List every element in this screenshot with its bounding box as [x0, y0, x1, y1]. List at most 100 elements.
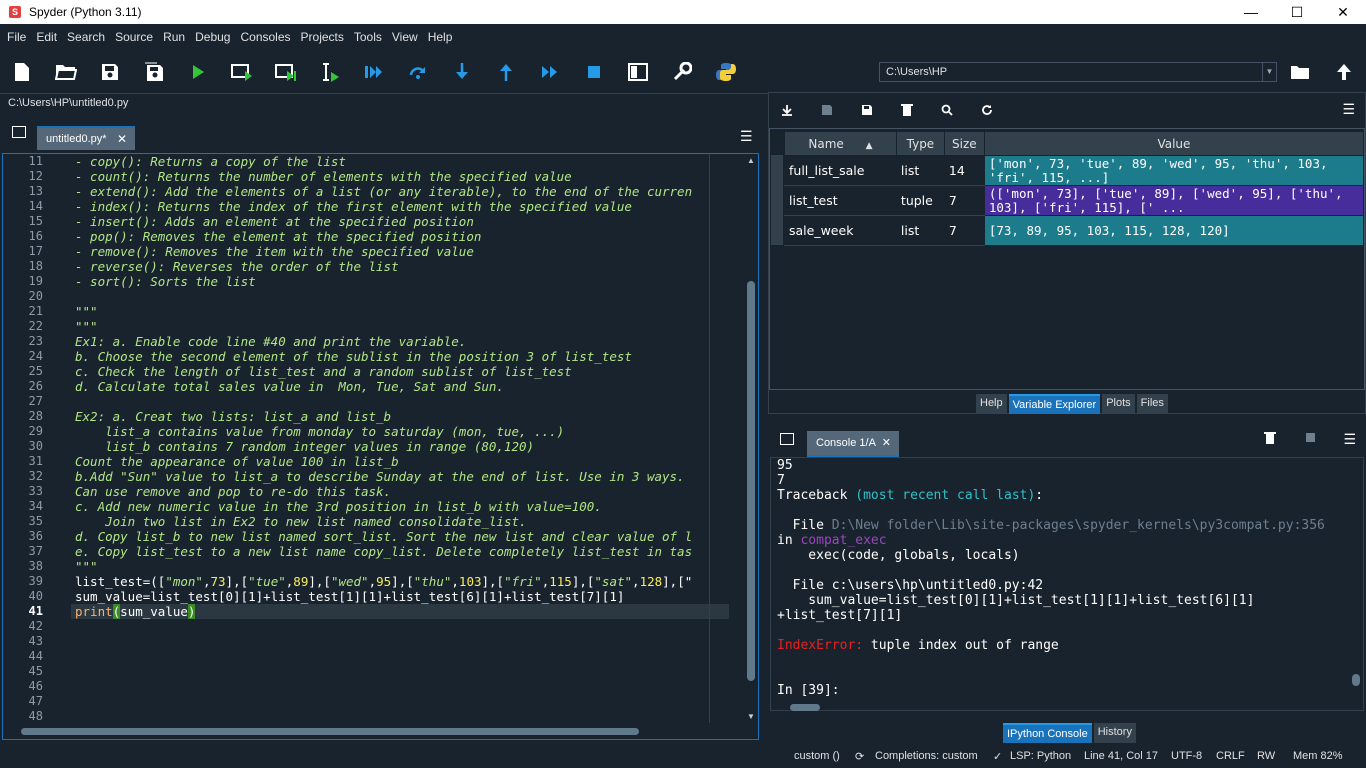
chevron-down-icon[interactable]: ▼ [1262, 63, 1276, 81]
console-line: File c:\users\hp\untitled0.py:42 [777, 578, 1044, 593]
scrollbar-thumb[interactable] [1352, 674, 1360, 686]
code-text[interactable]: - copy(): Returns a copy of the list - co… [71, 154, 729, 723]
code-line: - sort(): Sorts the list [75, 274, 256, 289]
scrollbar-thumb[interactable] [21, 728, 639, 735]
pane-options-menu-icon[interactable]: ☰ [1342, 101, 1355, 118]
code-line: Join two list in Ex2 to new list named c… [75, 514, 527, 529]
status-encoding: UTF-8 [1171, 750, 1203, 762]
browse-tabs-icon[interactable] [12, 126, 26, 138]
tab-history[interactable]: History [1093, 723, 1136, 743]
step-into-icon[interactable] [451, 61, 473, 83]
status-completions[interactable]: Completions: custom [875, 750, 978, 762]
run-cell-advance-icon[interactable] [275, 61, 297, 83]
code-editor[interactable]: 11 12 13 14 15 16 17 18 19 20 21 22 23 24 25 26 27 28 29 30… [2, 153, 759, 740]
table-row[interactable]: list_test tuple 7 (['mon', 73], ['tue', … [784, 185, 1365, 216]
step-return-icon[interactable] [495, 61, 517, 83]
stop-debug-icon[interactable] [583, 61, 605, 83]
code-line: b. Choose the second element of the subl… [75, 349, 632, 364]
working-directory-combo[interactable]: C:\Users\HP ▼ [879, 62, 1277, 82]
code-line-39: list_test=(["mon",73],["tue",89],["wed",… [75, 574, 693, 589]
menu-help[interactable]: Help [423, 30, 458, 44]
menu-file[interactable]: File [2, 30, 31, 44]
tab-untitled0[interactable]: untitled0.py* ✕ [37, 126, 135, 150]
console-prompt[interactable]: In [39]: [771, 683, 1363, 698]
line-number: 17 [28, 244, 43, 258]
tab-plots[interactable]: Plots [1102, 394, 1135, 414]
new-file-icon[interactable] [11, 61, 33, 83]
save-all-icon[interactable] [143, 61, 165, 83]
status-environment[interactable]: custom () [794, 750, 840, 762]
step-over-icon[interactable] [407, 61, 429, 83]
line-number: 33 [28, 484, 43, 498]
console-options-menu-icon[interactable]: ☰ [1343, 431, 1356, 448]
column-header-size[interactable]: Size [943, 131, 985, 156]
search-icon[interactable] [938, 101, 956, 119]
run-selection-icon[interactable] [319, 61, 341, 83]
run-icon[interactable] [187, 61, 209, 83]
variable-table: Name ▲ Type Size Value full_list_sale li… [784, 131, 1365, 246]
parent-directory-icon[interactable] [1333, 61, 1355, 83]
editor-vertical-scrollbar[interactable]: ▲ ▼ [745, 156, 757, 721]
close-icon[interactable]: ✕ [117, 132, 127, 146]
status-lsp[interactable]: LSP: Python [1010, 750, 1071, 762]
save-data-icon[interactable] [818, 101, 836, 119]
maximize-button[interactable]: ☐ [1274, 0, 1320, 24]
preferences-wrench-icon[interactable] [671, 61, 693, 83]
python-path-icon[interactable] [715, 61, 737, 83]
table-row[interactable]: full_list_sale list 14 ['mon', 73, 'tue'… [784, 155, 1365, 186]
save-icon[interactable] [99, 61, 121, 83]
code-line: - extend(): Add the elements of a list (… [75, 184, 693, 199]
run-cell-icon[interactable] [231, 61, 253, 83]
scrollbar-thumb[interactable] [747, 281, 755, 681]
save-data-as-icon[interactable] [858, 101, 876, 119]
column-header-value[interactable]: Value [983, 131, 1365, 156]
remove-all-variables-icon[interactable] [898, 101, 916, 119]
code-line-41: print(sum_value) [71, 604, 729, 619]
menu-edit[interactable]: Edit [31, 30, 62, 44]
column-header-name[interactable]: Name ▲ [784, 131, 897, 156]
scrollbar-thumb[interactable] [790, 704, 820, 711]
browse-folder-icon[interactable] [1289, 61, 1311, 83]
column-header-type[interactable]: Type [895, 131, 945, 156]
tab-help[interactable]: Help [976, 394, 1007, 414]
close-window-button[interactable]: ✕ [1320, 0, 1366, 24]
interrupt-kernel-icon[interactable] [1306, 433, 1315, 442]
line-number: 13 [28, 184, 43, 198]
browse-tabs-icon[interactable] [780, 433, 794, 445]
table-row[interactable]: sale_week list 7 [73, 89, 95, 103, 115, … [784, 215, 1365, 246]
menu-tools[interactable]: Tools [349, 30, 387, 44]
menu-debug[interactable]: Debug [190, 30, 235, 44]
menu-source[interactable]: Source [110, 30, 158, 44]
status-eol: CRLF [1216, 750, 1245, 762]
code-line: """ [75, 559, 98, 574]
open-file-icon[interactable] [55, 61, 77, 83]
maximize-pane-icon[interactable] [627, 61, 649, 83]
tab-files[interactable]: Files [1136, 394, 1168, 414]
import-data-icon[interactable] [778, 101, 796, 119]
menu-consoles[interactable]: Consoles [235, 30, 295, 44]
menu-view[interactable]: View [387, 30, 423, 44]
console-horizontal-scrollbar[interactable] [780, 703, 1340, 713]
menu-run[interactable]: Run [158, 30, 190, 44]
console-vertical-scrollbar[interactable] [1351, 460, 1361, 706]
close-icon[interactable]: ✕ [882, 436, 891, 449]
console-line: +list_test[7][1] [777, 608, 903, 623]
menu-projects[interactable]: Projects [296, 30, 349, 44]
continue-icon[interactable] [539, 61, 561, 83]
tab-ipython-console[interactable]: IPython Console [1003, 723, 1092, 743]
refresh-icon[interactable] [978, 101, 996, 119]
editor-options-menu-icon[interactable]: ☰ [740, 128, 753, 145]
code-line: Ex2: a. Creat two lists: list_a and list… [75, 409, 392, 424]
console-output[interactable]: 95 7 Traceback (most recent call last): … [770, 457, 1364, 711]
editor-horizontal-scrollbar[interactable] [11, 725, 737, 737]
variable-type: list [895, 155, 945, 186]
tab-console-1a[interactable]: Console 1/A ✕ [807, 431, 899, 457]
remove-all-variables-icon[interactable] [1264, 431, 1276, 448]
tab-variable-explorer[interactable]: Variable Explorer [1008, 394, 1101, 414]
menu-search[interactable]: Search [62, 30, 110, 44]
minimize-button[interactable]: — [1228, 0, 1274, 24]
debug-icon[interactable] [363, 61, 385, 83]
